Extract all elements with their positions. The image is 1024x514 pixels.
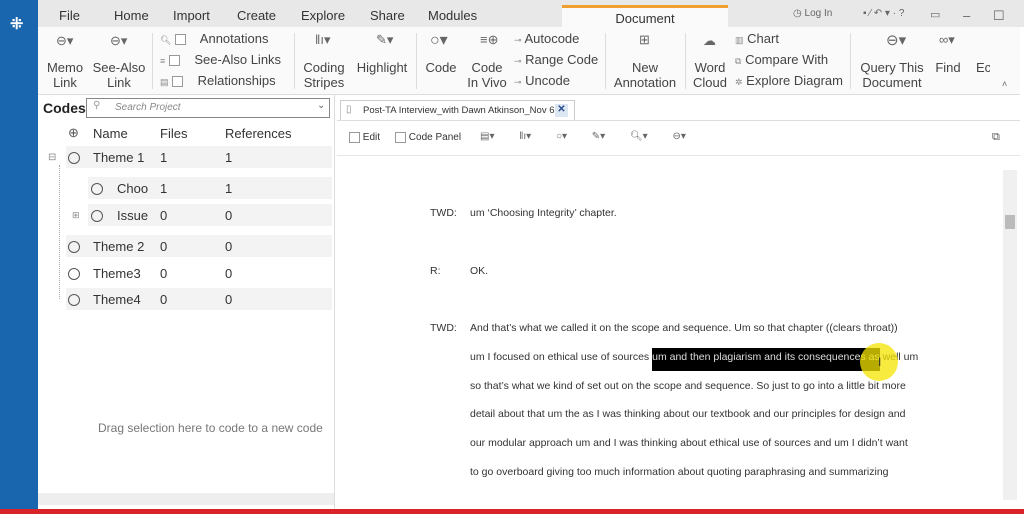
new-annotation-icon: ⊞ [639, 32, 650, 47]
transcript-line: so that’s what we kind of set out on the… [470, 380, 906, 392]
document-icon: ▯ [346, 104, 352, 115]
bottom-bar [0, 509, 1024, 514]
text-selection[interactable]: um and then plagiarism and its consequen… [652, 348, 880, 371]
tab-create[interactable]: Create [237, 8, 276, 23]
code-in-vivo-icon: ≡⊕ [480, 32, 499, 47]
tab-home[interactable]: Home [114, 8, 149, 23]
coding-stripes-button[interactable]: Coding Stripes [300, 60, 348, 90]
code-in-vivo-button[interactable]: Code In Vivo [466, 60, 508, 90]
add-code-icon[interactable]: ⊕ [68, 125, 79, 141]
comment-icon[interactable]: ▭ [930, 8, 940, 21]
column-references[interactable]: References [225, 126, 291, 141]
code-button[interactable]: Code [422, 60, 460, 75]
code-icon: ○▾ [430, 32, 448, 49]
chart-button[interactable]: ▥ Chart [735, 31, 779, 48]
tab-import[interactable]: Import [173, 8, 210, 23]
login-link[interactable]: ◷ Log In [793, 8, 832, 19]
autocode-button[interactable]: ⊸ Autocode [514, 31, 579, 48]
code-row[interactable]: Theme 111 [66, 146, 332, 168]
collapse-ribbon-icon[interactable]: ˄ [1002, 79, 1007, 89]
uncode-button[interactable]: ⊸ Uncode [514, 73, 570, 90]
column-files[interactable]: Files [160, 126, 187, 141]
horizontal-scrollbar[interactable] [38, 493, 334, 505]
transcript-line: to go overboard giving too much informat… [470, 466, 889, 478]
tab-share[interactable]: Share [370, 8, 405, 23]
coding-stripes-icon: ǁı▾ [315, 32, 331, 47]
transcript-line: detail about that um the as I was thinki… [470, 408, 906, 420]
range-code-button[interactable]: ⊸ Range Code [514, 52, 598, 69]
drag-hint: Drag selection here to code to a new cod… [98, 421, 323, 435]
transcript-line: um ‘Choosing Integrity’ chapter. [470, 207, 617, 219]
login-label: Log In [804, 8, 833, 19]
code-panel-checkbox[interactable]: Code Panel [395, 132, 461, 143]
new-annotation-button[interactable]: New Annotation [610, 60, 680, 90]
explore-diagram-button[interactable]: ✲ Explore Diagram [735, 73, 843, 90]
link-icon: ⊖▾ [56, 33, 74, 48]
minimize-button[interactable]: – [963, 8, 970, 23]
app-sidebar [0, 0, 38, 514]
app-grid-icon[interactable]: ⁜ [10, 14, 23, 34]
speaker-label: R: [430, 265, 441, 277]
search-icon: ⚲ [93, 100, 101, 111]
code-row[interactable]: Choo 1 1 [88, 177, 332, 199]
document-tab[interactable]: Post-TA Interview_with Dawn Atkinson_Nov… [340, 100, 575, 120]
link-icon: ⊖▾ [110, 33, 128, 48]
transcript-line: our modular approach um and I was thinki… [470, 437, 908, 449]
compare-with-button[interactable]: ⧉ Compare With [735, 52, 828, 69]
ribbon: ⊖▾ Memo Link ⊖▾ See-Also Link 🔍︎ Annotat… [38, 27, 1020, 95]
menu-bar: File Home Import Create Explore Share Mo… [38, 0, 1024, 27]
text-cursor-icon: I [878, 355, 882, 369]
edit-checkbox[interactable]: Edit [349, 132, 380, 143]
tab-file[interactable]: File [59, 8, 80, 23]
tab-explore[interactable]: Explore [301, 8, 345, 23]
transcript-line: And that’s what we called it on the scop… [470, 322, 898, 334]
code-row[interactable]: Theme4 0 0 [66, 288, 332, 310]
highlight-button[interactable]: Highlight [354, 60, 410, 75]
word-cloud-button[interactable]: Word Cloud [692, 60, 728, 90]
chevron-down-icon[interactable]: ⌄ [317, 100, 325, 111]
transcript-line: OK. [470, 265, 489, 277]
annotations-toggle[interactable]: 🔍︎ Annotations [160, 31, 268, 48]
quick-access-icons[interactable]: ▪ ⁄ ↶ ▾ · ? [863, 8, 904, 19]
code-row[interactable]: Issue 0 0 [88, 204, 332, 226]
see-also-links-toggle[interactable]: ≡ See-Also Links [160, 52, 281, 69]
expand-icon[interactable]: ⊞ [72, 210, 80, 221]
query-icon: ⊖▾ [886, 32, 907, 49]
code-row[interactable]: Theme3 0 0 [66, 262, 332, 284]
vertical-scrollbar[interactable] [1003, 170, 1017, 500]
transcript-line: um I focused on ethical use of sources u… [470, 348, 918, 371]
document-toolbar-icons[interactable]: ▤▾ ǁı▾ ○▾ ✎▾ 🔍︎▾ ⊖▾ [480, 131, 686, 142]
close-tab-icon[interactable]: ✕ [555, 104, 568, 117]
undock-icon[interactable]: ⧉ [992, 131, 1000, 144]
word-cloud-icon: ☁ [703, 33, 716, 48]
document-tab-title: Post-TA Interview_with Dawn Atkinson_Nov… [363, 105, 563, 116]
find-button[interactable]: Find [932, 60, 964, 75]
collapse-icon[interactable]: ⊟ [48, 152, 56, 163]
speaker-label: TWD: [430, 322, 457, 334]
see-also-link-button[interactable]: See-Also Link [90, 60, 148, 90]
binoculars-icon: ∞▾ [939, 32, 955, 47]
maximize-button[interactable]: ☐ [993, 8, 1005, 24]
column-name[interactable]: Name [93, 126, 128, 141]
codes-title: Codes [43, 100, 86, 116]
memo-link-button[interactable]: Memo Link [44, 60, 86, 90]
search-input[interactable]: Search Project [86, 98, 330, 118]
speaker-label: TWD: [430, 207, 457, 219]
highlight-icon: ✎▾ [376, 32, 394, 47]
code-row[interactable]: Theme 200 [66, 235, 332, 257]
query-this-document-button[interactable]: Query This Document [856, 60, 928, 90]
tab-modules[interactable]: Modules [428, 8, 477, 23]
tab-document[interactable]: Document [562, 5, 728, 29]
relationships-toggle[interactable]: ▤ Relationships [160, 73, 276, 90]
edit-button[interactable]: Ec [976, 60, 990, 75]
